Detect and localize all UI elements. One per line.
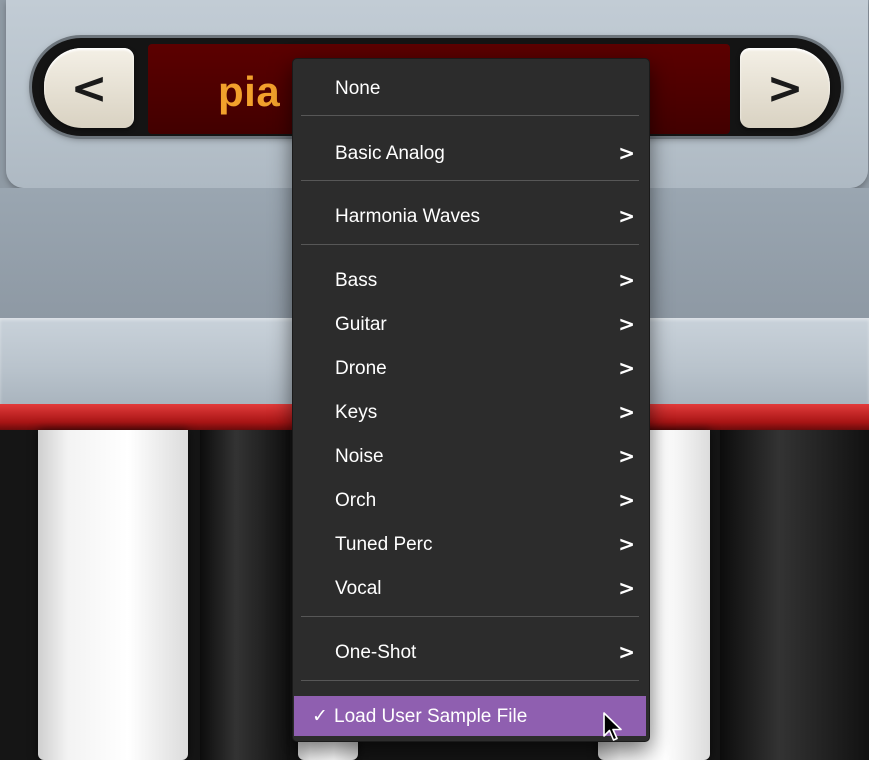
menu-item-label: Basic Analog xyxy=(335,143,445,164)
menu-separator xyxy=(301,244,639,245)
menu-item-label: Load User Sample File xyxy=(334,706,528,727)
menu-item-vocal[interactable]: Vocal > xyxy=(293,568,649,608)
menu-item-label: Bass xyxy=(335,270,378,291)
menu-item-label: Drone xyxy=(335,358,387,379)
preset-name: pia xyxy=(218,68,281,115)
checkmark-icon: ✓ xyxy=(312,705,328,727)
menu-item-none[interactable]: None xyxy=(293,68,649,108)
menu-item-drone[interactable]: Drone > xyxy=(293,348,649,388)
menu-separator xyxy=(301,180,639,181)
next-preset-button[interactable]: > xyxy=(740,48,830,128)
chevron-right-icon: > xyxy=(618,488,635,512)
menu-item-guitar[interactable]: Guitar > xyxy=(293,304,649,344)
menu-item-noise[interactable]: Noise > xyxy=(293,436,649,476)
piano-black-key[interactable] xyxy=(200,430,290,760)
chevron-right-icon: > xyxy=(618,204,635,228)
menu-item-orch[interactable]: Orch > xyxy=(293,480,649,520)
previous-preset-button[interactable]: < xyxy=(44,48,134,128)
menu-item-one-shot[interactable]: One-Shot > xyxy=(293,632,649,672)
menu-item-label: Vocal xyxy=(335,578,382,599)
chevron-right-icon: > xyxy=(618,268,635,292)
menu-item-label: Tuned Perc xyxy=(335,534,433,555)
menu-item-label: One-Shot xyxy=(335,642,417,663)
menu-item-basic-analog[interactable]: Basic Analog > xyxy=(293,133,649,173)
chevron-right-icon: > xyxy=(618,400,635,424)
menu-item-label: Keys xyxy=(335,402,378,423)
menu-item-keys[interactable]: Keys > xyxy=(293,392,649,432)
menu-separator xyxy=(301,616,639,617)
menu-item-label: Orch xyxy=(335,490,377,511)
menu-separator xyxy=(301,680,639,681)
chevron-right-icon: > xyxy=(618,576,635,600)
piano-black-key[interactable] xyxy=(720,430,869,760)
menu-item-label: Noise xyxy=(335,446,384,467)
menu-item-bass[interactable]: Bass > xyxy=(293,260,649,300)
menu-item-tuned-perc[interactable]: Tuned Perc > xyxy=(293,524,649,564)
piano-white-key[interactable] xyxy=(38,430,188,760)
chevron-right-icon: > xyxy=(618,444,635,468)
menu-item-load-user-sample-file[interactable]: ✓ Load User Sample File xyxy=(294,696,646,736)
mouse-pointer-icon xyxy=(603,712,622,741)
chevron-right-icon: > xyxy=(618,141,635,165)
oscillator-source-menu: None Basic Analog > Harmonia Waves > Bas… xyxy=(292,58,650,742)
menu-separator xyxy=(301,115,639,116)
chevron-right-icon: > xyxy=(618,640,635,664)
menu-item-label: Guitar xyxy=(335,314,387,335)
menu-item-label: None xyxy=(335,78,381,99)
chevron-right-icon: > xyxy=(618,532,635,556)
menu-item-harmonia-waves[interactable]: Harmonia Waves > xyxy=(293,196,649,236)
menu-item-label: Harmonia Waves xyxy=(335,206,481,227)
chevron-right-icon: > xyxy=(618,356,635,380)
chevron-right-icon: > xyxy=(618,312,635,336)
